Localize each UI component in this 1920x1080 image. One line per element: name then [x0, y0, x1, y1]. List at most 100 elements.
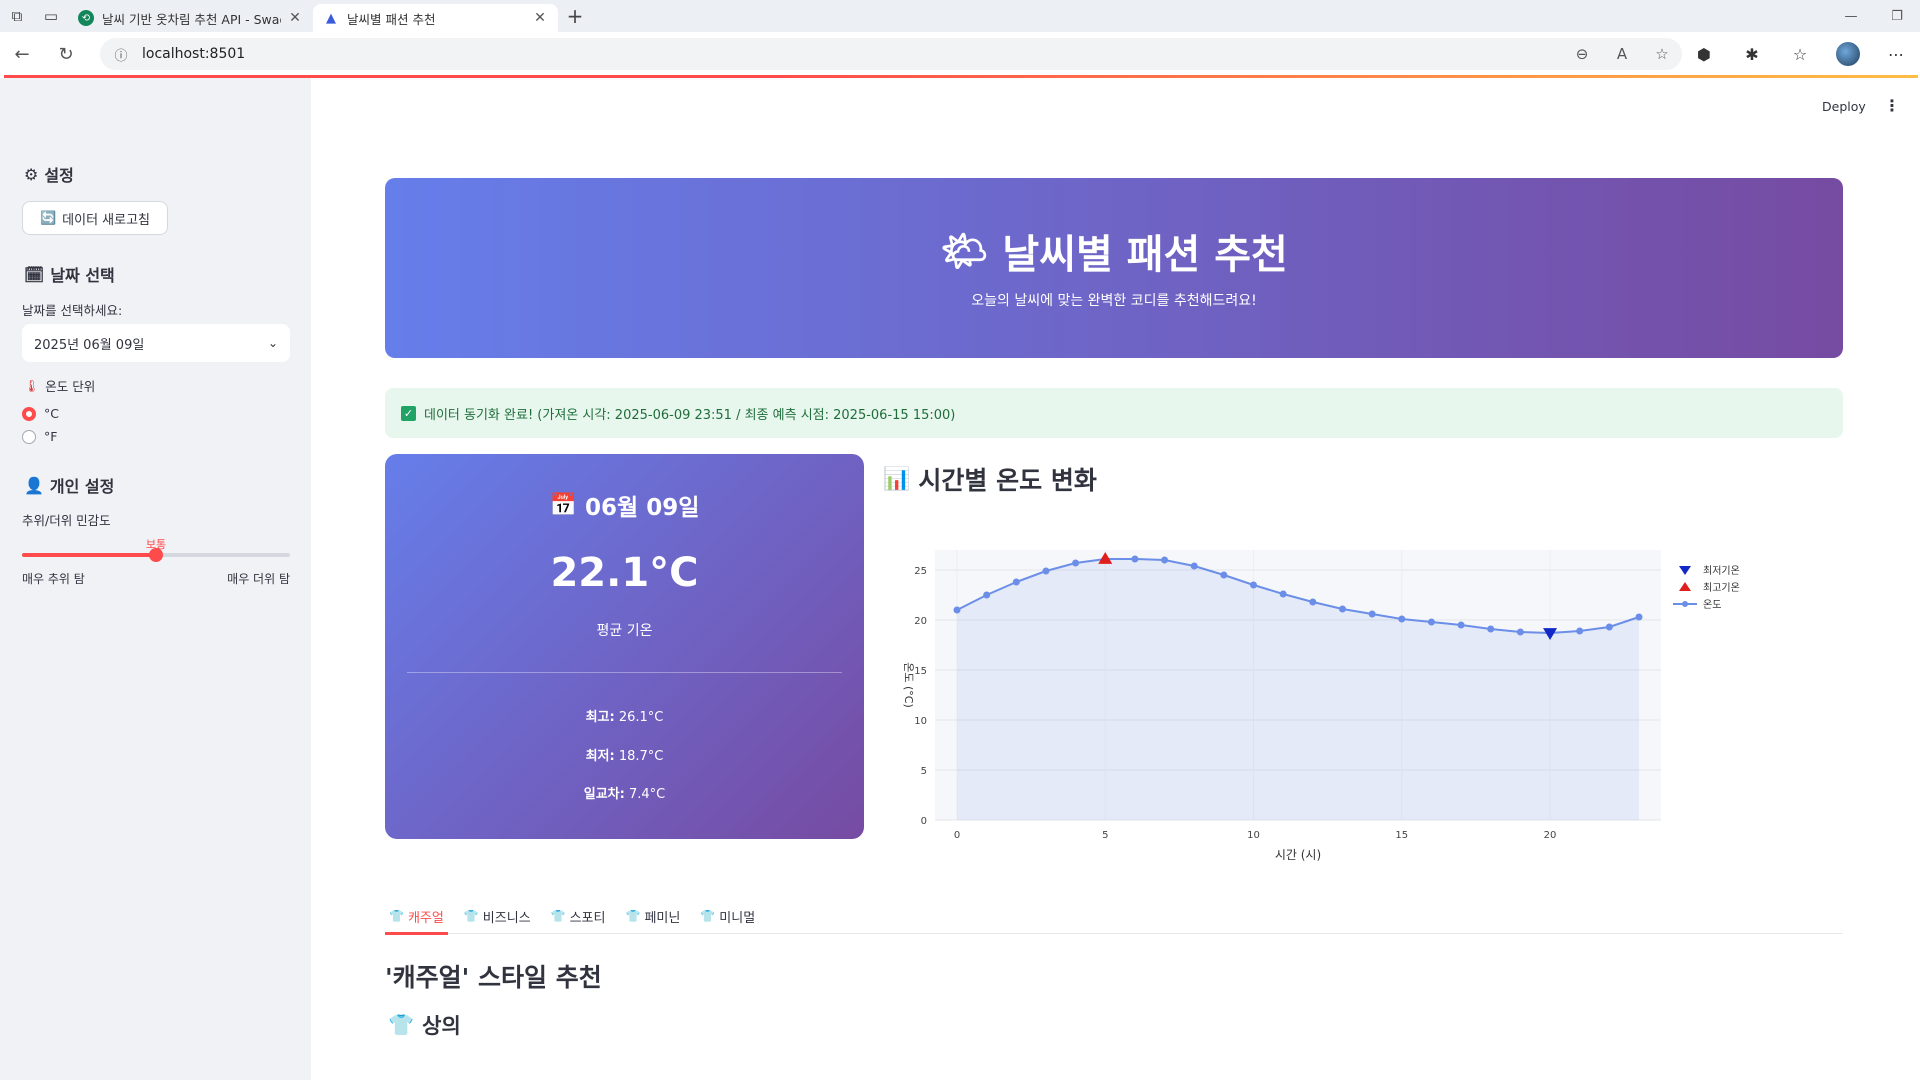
temperature-point[interactable] [1338, 605, 1346, 613]
temperature-point[interactable] [1012, 578, 1020, 586]
style-tabs: 👕 캐주얼 👕 비즈니스 👕 스포티 👕 페미닌 👕 미니멀 [385, 898, 1843, 935]
temperature-point[interactable] [1161, 556, 1169, 564]
temperature-point[interactable] [1427, 618, 1435, 626]
personal-title: 개인 설정 [49, 477, 115, 496]
restore-icon[interactable]: ❐ [1874, 0, 1920, 32]
temperature-point[interactable] [1072, 559, 1080, 567]
temperature-point[interactable] [1042, 567, 1050, 575]
close-tab-icon[interactable]: ✕ [532, 10, 548, 26]
temperature-point[interactable] [1487, 625, 1495, 633]
y-tick-label: 15 [914, 666, 927, 677]
slider-thumb[interactable] [149, 548, 163, 562]
favorites-list-icon[interactable]: ☆ [1776, 32, 1824, 76]
sync-success-alert: ✓ 데이터 동기화 완료! (가져온 시각: 2025-06-09 23:51 … [385, 388, 1843, 438]
streamlit-favicon-icon: ▲ [326, 10, 336, 26]
date-select-value: 2025년 06월 09일 [34, 337, 145, 353]
extension-shield-icon[interactable]: ⬢ [1680, 32, 1728, 76]
extensions-puzzle-icon[interactable]: ✱ [1728, 32, 1776, 76]
minimize-icon[interactable]: — [1828, 0, 1874, 32]
reload-icon[interactable]: ↻ [44, 32, 88, 76]
legend-label[interactable]: 최고기온 [1703, 582, 1740, 594]
shirt-icon: 👕 [463, 909, 479, 923]
legend-label[interactable]: 최저기온 [1703, 565, 1740, 577]
deploy-button[interactable]: Deploy [1822, 99, 1866, 114]
x-axis-label: 시간 (시) [1275, 848, 1321, 862]
y-tick-label: 0 [921, 816, 927, 827]
radio-fahrenheit[interactable]: °F [22, 429, 57, 444]
date-select[interactable]: 2025년 06월 09일 ⌄ [22, 324, 290, 362]
tops-subsection: 👕 상의 [388, 1010, 461, 1040]
y-tick-label: 5 [921, 766, 927, 777]
profile-avatar[interactable] [1824, 32, 1872, 76]
browser-tab-streamlit[interactable]: ▲ 날씨별 패션 추천 ✕ [313, 4, 558, 32]
hero-banner: 🌤 날씨별 패션 추천 오늘의 날씨에 맞는 완벽한 코디를 추천해드려요! [385, 178, 1843, 358]
avg-temperature: 22.1°C [550, 550, 699, 596]
temperature-point[interactable] [1131, 555, 1139, 563]
temperature-point[interactable] [953, 606, 961, 614]
card-divider [407, 672, 842, 673]
shirt-icon: 👕 [389, 909, 404, 923]
slider-max-label: 매우 더위 탐 [227, 572, 290, 586]
address-bar[interactable]: ⓘ localhost:8501 ⊖ A ☆ [100, 38, 1682, 70]
close-tab-icon[interactable]: ✕ [287, 10, 303, 26]
sensitivity-slider[interactable] [22, 548, 290, 562]
tab-actions-icon[interactable]: ▭ [34, 0, 68, 32]
sidebar: ⚙ 설정 🔄 데이터 새로고침 🗓 날짜 선택 날짜를 선택하세요: 2025년… [0, 78, 311, 1080]
browser-tab-title: 날씨 기반 옷차림 추천 API - Swag [102, 11, 281, 27]
bar-chart-icon: 📊 [883, 466, 911, 492]
card-date: 📅 06월 09일 [385, 488, 864, 522]
temperature-point[interactable] [1635, 613, 1643, 621]
main-menu-icon[interactable]: ⋮ [1884, 96, 1900, 115]
workspaces-icon[interactable]: ⧉ [0, 0, 34, 32]
y-axis-label: 온도 (°C) [902, 662, 915, 708]
temperature-point[interactable] [1605, 623, 1613, 631]
radio-dot-selected[interactable] [22, 406, 36, 421]
back-icon[interactable]: ← [0, 32, 44, 76]
zoom-icon[interactable]: ⊖ [1562, 45, 1602, 63]
window-controls: — ❐ [1828, 0, 1920, 32]
temperature-point[interactable] [983, 591, 991, 599]
radio-dot[interactable] [22, 429, 36, 444]
temp-range-value: 7.4°C [628, 787, 666, 802]
style-tab[interactable]: 👕 캐주얼 [385, 898, 448, 935]
temperature-point[interactable] [1190, 562, 1198, 570]
temperature-point[interactable] [1516, 628, 1524, 636]
more-menu-icon[interactable]: ⋯ [1872, 32, 1920, 76]
temp-range-row: 일교차: 7.4°C [385, 783, 864, 802]
shirt-icon: 👕 [700, 909, 716, 923]
temperature-point[interactable] [1250, 581, 1258, 589]
read-aloud-icon[interactable]: A [1602, 45, 1642, 63]
chart-section-title-text: 시간별 온도 변화 [918, 466, 1097, 495]
thermometer-icon: 🌡 [24, 378, 40, 393]
legend-label[interactable]: 온도 [1703, 599, 1721, 611]
temperature-point[interactable] [1457, 621, 1465, 629]
temperature-point[interactable] [1398, 615, 1406, 623]
temp-unit-heading: 🌡 온도 단위 [24, 376, 95, 395]
temperature-point[interactable] [1220, 571, 1228, 579]
temperature-point[interactable] [1309, 598, 1317, 606]
hourly-temperature-chart[interactable]: 0 5 10 15 20 25 0 5 10 15 20 시간 (시) 온도 (°C) 최저기온최고기온온… [883, 530, 1843, 870]
style-tab[interactable]: 👕 미니멀 [696, 898, 759, 934]
sun-cloud-icon: 🌤 [940, 228, 989, 273]
style-tab[interactable]: 👕 비즈니스 [460, 898, 535, 934]
new-tab-button[interactable]: + [558, 0, 592, 32]
swagger-favicon-icon: ⟲ [78, 10, 94, 26]
style-tab[interactable]: 👕 페미닌 [621, 898, 684, 934]
favorite-star-icon[interactable]: ☆ [1642, 45, 1682, 63]
temperature-point[interactable] [1368, 610, 1376, 618]
site-info-icon[interactable]: ⓘ [104, 45, 138, 64]
refresh-data-button[interactable]: 🔄 데이터 새로고침 [22, 201, 168, 235]
y-tick-label: 25 [914, 566, 927, 577]
url-text[interactable]: localhost:8501 [142, 46, 1562, 62]
style-tab[interactable]: 👕 스포티 [547, 898, 610, 934]
browser-tab-swagger[interactable]: ⟲ 날씨 기반 옷차림 추천 API - Swag ✕ [68, 4, 313, 32]
temperature-point[interactable] [1279, 590, 1287, 598]
radio-celsius[interactable]: °C [22, 406, 59, 421]
settings-heading: ⚙ 설정 [24, 162, 74, 186]
temperature-point[interactable] [1576, 627, 1584, 635]
date-section-title: 날짜 선택 [50, 266, 115, 285]
browser-nav-bar: ← ↻ ⓘ localhost:8501 ⊖ A ☆ ⬢ ✱ ☆ ⋯ [0, 32, 1920, 76]
style-tab-label: 스포티 [569, 910, 606, 926]
style-tab-label: 페미닌 [644, 910, 681, 926]
legend-line-marker [1682, 601, 1688, 607]
